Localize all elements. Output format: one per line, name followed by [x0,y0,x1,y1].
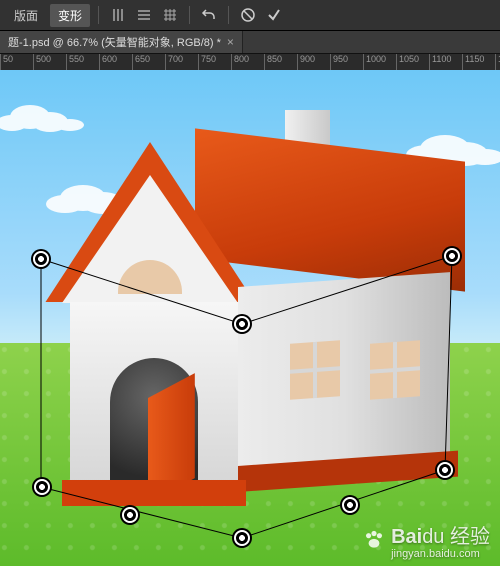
transform-handle[interactable] [33,251,49,267]
house-window [370,340,420,399]
house-object[interactable] [40,110,460,540]
cancel-icon[interactable] [237,4,259,26]
close-icon[interactable]: × [227,35,234,49]
options-bar: 版面 变形 [0,0,500,31]
transform-mode-button[interactable]: 变形 [50,4,90,27]
separator [228,6,229,24]
separator [98,6,99,24]
transform-handle[interactable] [234,530,250,546]
transform-handle[interactable] [34,479,50,495]
watermark-suffix: 经验 [450,526,490,548]
align-vertical-icon[interactable] [107,4,129,26]
document-tab-bar: 题-1.psd @ 66.7% (矢量智能对象, RGB/8) * × [0,31,500,53]
document-tab-title: 题-1.psd @ 66.7% (矢量智能对象, RGB/8) * [8,34,221,50]
commit-icon[interactable] [263,4,285,26]
transform-handle[interactable] [342,497,358,513]
watermark-url: jingyan.baidu.com [391,549,490,560]
layout-mode-button[interactable]: 版面 [6,4,46,27]
transform-handle[interactable] [444,248,460,264]
watermark-brand-a: Bai [391,526,422,548]
transform-handle[interactable] [234,316,250,332]
transform-handle[interactable] [437,462,453,478]
document-tab[interactable]: 题-1.psd @ 66.7% (矢量智能对象, RGB/8) * × [0,31,243,53]
paw-icon [361,527,387,553]
separator [189,6,190,24]
house-window [290,340,340,399]
house-base-front [62,480,246,506]
watermark: Baidu 经验 jingyan.baidu.com [361,520,490,560]
transform-handle[interactable] [122,507,138,523]
canvas[interactable] [0,70,500,566]
align-horizontal-icon[interactable] [133,4,155,26]
undo-icon[interactable] [198,4,220,26]
align-grid-icon[interactable] [159,4,181,26]
watermark-brand-b: du [422,526,444,548]
